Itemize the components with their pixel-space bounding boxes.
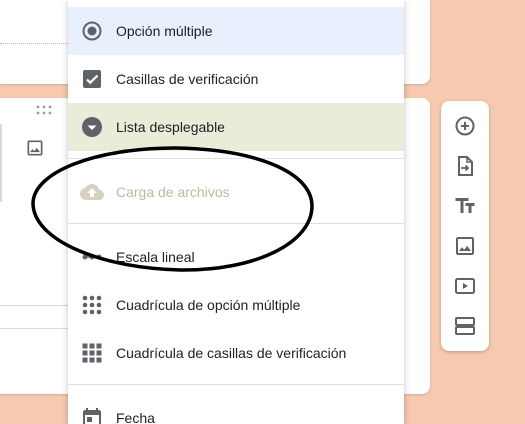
menu-item-checkbox-grid[interactable]: Cuadrícula de casillas de verificación xyxy=(68,329,404,377)
menu-item-multiple-choice-grid[interactable]: Cuadrícula de opción múltiple xyxy=(68,281,404,329)
checkbox-icon xyxy=(80,67,104,91)
linear-scale-icon xyxy=(80,245,104,269)
dropdown-circle-icon xyxy=(80,115,104,139)
menu-item-label: Lista desplegable xyxy=(116,119,225,135)
menu-item-label: Escala lineal xyxy=(116,249,195,265)
menu-item-label: Cuadrícula de casillas de verificación xyxy=(116,345,347,361)
add-title-icon[interactable] xyxy=(453,194,477,218)
calendar-icon xyxy=(80,406,104,424)
menu-item-label: Opción múltiple xyxy=(116,23,213,39)
checkbox-grid-icon xyxy=(80,341,104,365)
add-image-icon[interactable] xyxy=(25,138,45,163)
form-toolbar xyxy=(441,101,489,351)
import-questions-icon[interactable] xyxy=(453,154,477,178)
dot-grid-icon xyxy=(80,293,104,317)
drag-handle-icon[interactable] xyxy=(36,105,52,115)
add-video-icon[interactable] xyxy=(453,274,477,298)
menu-item-multiple-choice[interactable]: Opción múltiple xyxy=(68,7,404,55)
menu-item-file-upload: Carga de archivos xyxy=(68,168,404,216)
add-section-icon[interactable] xyxy=(453,314,477,338)
add-question-icon[interactable] xyxy=(453,114,477,138)
menu-item-label: Casillas de verificación xyxy=(116,71,259,87)
menu-divider xyxy=(68,223,404,224)
cloud-upload-icon xyxy=(80,180,104,204)
menu-item-label: Fecha xyxy=(116,410,155,424)
menu-divider xyxy=(68,158,404,159)
radio-button-icon xyxy=(80,19,104,43)
short-answer-underline xyxy=(0,43,68,44)
add-image-icon[interactable] xyxy=(453,234,477,258)
menu-item-label: Cuadrícula de opción múltiple xyxy=(116,297,301,313)
question-type-menu: Opción múltiple Casillas de verificación… xyxy=(68,0,404,424)
menu-item-date[interactable]: Fecha xyxy=(68,394,404,424)
menu-item-checkboxes[interactable]: Casillas de verificación xyxy=(68,55,404,103)
question-field-rule xyxy=(0,124,2,202)
divider xyxy=(0,305,68,306)
menu-item-dropdown[interactable]: Lista desplegable xyxy=(68,103,404,151)
divider xyxy=(0,328,68,329)
menu-item-label: Carga de archivos xyxy=(116,184,230,200)
menu-divider xyxy=(68,384,404,385)
menu-item-linear-scale[interactable]: Escala lineal xyxy=(68,233,404,281)
